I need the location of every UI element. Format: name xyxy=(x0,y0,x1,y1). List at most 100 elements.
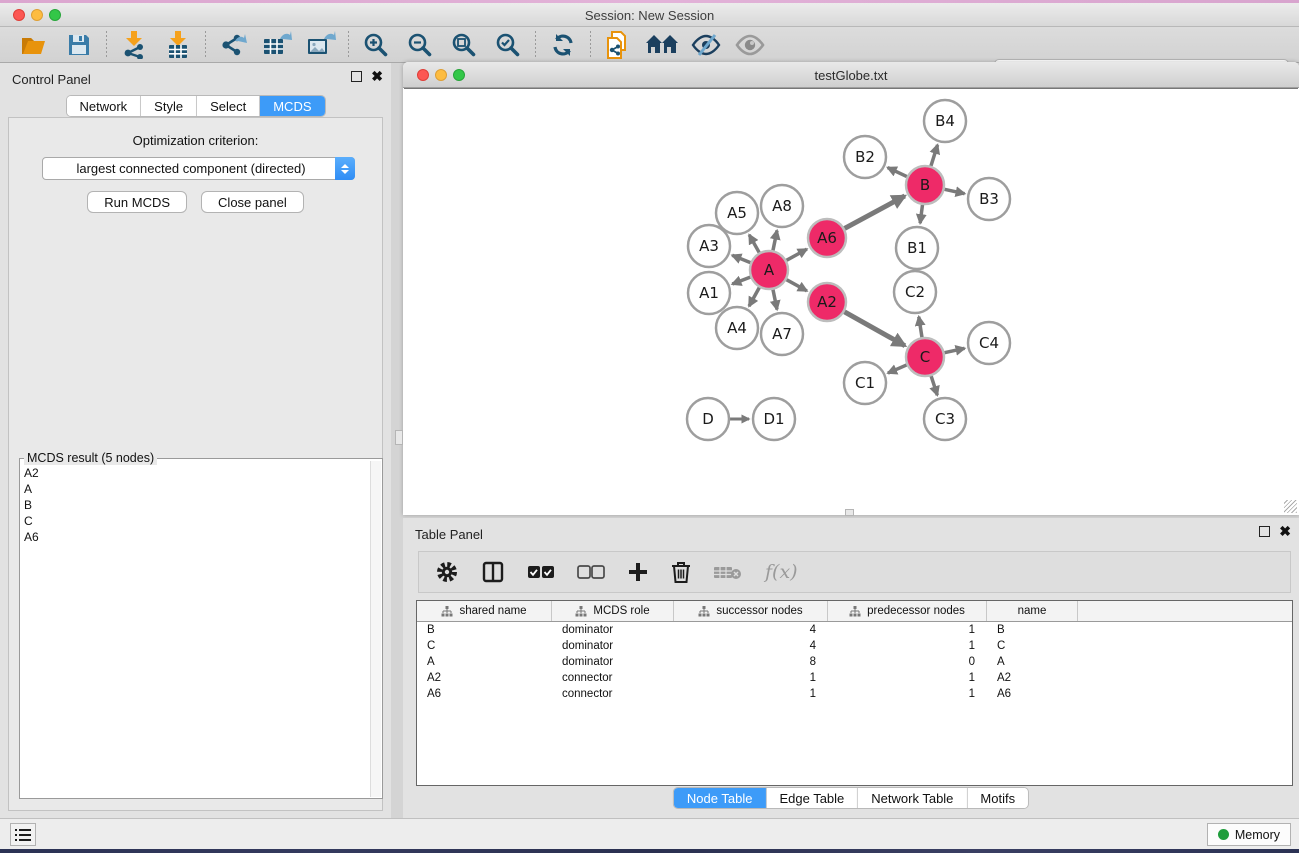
close-table-panel-icon[interactable]: ✖ xyxy=(1279,526,1291,537)
export-network-icon[interactable] xyxy=(216,31,250,59)
table-cell[interactable]: B xyxy=(987,624,1078,636)
result-item[interactable]: A6 xyxy=(24,529,39,545)
table-cell[interactable]: connector xyxy=(552,688,674,700)
node-C[interactable]: C xyxy=(906,338,944,376)
node-B2[interactable]: B2 xyxy=(844,136,886,178)
task-history-button[interactable] xyxy=(10,823,36,846)
edge-A-A1[interactable] xyxy=(732,277,750,284)
node-A5[interactable]: A5 xyxy=(716,192,758,234)
result-item[interactable]: C xyxy=(24,513,39,529)
edge-A-A5[interactable] xyxy=(749,235,759,253)
node-C2[interactable]: C2 xyxy=(894,271,936,313)
table-cell[interactable]: dominator xyxy=(552,656,674,668)
table-cell[interactable]: A2 xyxy=(417,672,552,684)
zoom-fit-icon[interactable] xyxy=(447,31,481,59)
table-cell[interactable]: 8 xyxy=(674,656,828,668)
node-C1[interactable]: C1 xyxy=(844,362,886,404)
table-cell[interactable]: 1 xyxy=(828,624,987,636)
node-A7[interactable]: A7 xyxy=(761,313,803,355)
node-B3[interactable]: B3 xyxy=(968,178,1010,220)
node-D1[interactable]: D1 xyxy=(753,398,795,440)
table-row[interactable]: Adominator80A xyxy=(417,654,1292,670)
table-row[interactable]: Bdominator41B xyxy=(417,622,1292,638)
edge-B-B3[interactable] xyxy=(945,189,965,193)
tab-style[interactable]: Style xyxy=(141,96,197,116)
edge-A-A2[interactable] xyxy=(787,280,807,291)
tab-network-table[interactable]: Network Table xyxy=(858,788,967,808)
node-A1[interactable]: A1 xyxy=(688,272,730,314)
tab-node-table[interactable]: Node Table xyxy=(674,788,767,808)
settings-gear-icon[interactable] xyxy=(435,557,459,587)
open-session-icon[interactable] xyxy=(18,31,52,59)
node-C4[interactable]: C4 xyxy=(968,322,1010,364)
close-panel-icon[interactable]: ✖ xyxy=(371,71,383,82)
edge-C-C1[interactable] xyxy=(888,365,907,373)
node-table[interactable]: shared nameMCDS rolesuccessor nodesprede… xyxy=(416,600,1293,786)
column-header-name[interactable]: name xyxy=(987,601,1078,621)
tab-mcds[interactable]: MCDS xyxy=(260,96,324,116)
edge-A2-C[interactable] xyxy=(844,312,905,346)
table-cell[interactable]: A6 xyxy=(417,688,552,700)
edge-C-C3[interactable] xyxy=(931,376,937,395)
result-item[interactable]: B xyxy=(24,497,39,513)
tab-motifs[interactable]: Motifs xyxy=(967,788,1028,808)
delete-table-icon[interactable] xyxy=(713,557,743,587)
node-B[interactable]: B xyxy=(906,166,944,204)
result-item[interactable]: A xyxy=(24,481,39,497)
edge-C-C4[interactable] xyxy=(945,348,965,352)
table-cell[interactable]: connector xyxy=(552,672,674,684)
float-table-panel-icon[interactable] xyxy=(1259,526,1270,537)
save-session-icon[interactable] xyxy=(62,31,96,59)
clone-network-icon[interactable] xyxy=(601,31,635,59)
column-header-successor-nodes[interactable]: successor nodes xyxy=(674,601,828,621)
column-header-shared-name[interactable]: shared name xyxy=(417,601,552,621)
network-graph[interactable]: AA1A2A3A4A5A6A7A8BB1B2B3B4CC1C2C3C4DD1 xyxy=(404,89,1298,515)
node-B1[interactable]: B1 xyxy=(896,227,938,269)
node-A8[interactable]: A8 xyxy=(761,185,803,227)
table-cell[interactable]: 0 xyxy=(828,656,987,668)
edge-B-B4[interactable] xyxy=(931,145,938,166)
node-A2[interactable]: A2 xyxy=(808,283,846,321)
table-cell[interactable]: C xyxy=(417,640,552,652)
window-resize-grip[interactable] xyxy=(1284,500,1297,513)
zoom-selected-icon[interactable] xyxy=(491,31,525,59)
select-all-icon[interactable] xyxy=(527,557,555,587)
table-cell[interactable]: C xyxy=(987,640,1078,652)
tab-edge-table[interactable]: Edge Table xyxy=(766,788,858,808)
edge-A-A4[interactable] xyxy=(749,288,759,307)
add-row-icon[interactable] xyxy=(627,557,649,587)
table-cell[interactable]: 1 xyxy=(828,672,987,684)
edge-A-A6[interactable] xyxy=(787,249,807,260)
edge-C-C2[interactable] xyxy=(919,317,922,338)
float-panel-icon[interactable] xyxy=(351,71,362,82)
column-header-MCDS-role[interactable]: MCDS role xyxy=(552,601,674,621)
table-row[interactable]: A6connector11A6 xyxy=(417,686,1292,702)
edge-A-A8[interactable] xyxy=(773,230,777,250)
column-header-predecessor-nodes[interactable]: predecessor nodes xyxy=(828,601,987,621)
node-C3[interactable]: C3 xyxy=(924,398,966,440)
table-cell[interactable]: 1 xyxy=(674,672,828,684)
network-canvas[interactable]: AA1A2A3A4A5A6A7A8BB1B2B3B4CC1C2C3C4DD1 xyxy=(404,88,1298,514)
result-scrollbar[interactable] xyxy=(370,461,381,797)
home-icon[interactable] xyxy=(645,31,679,59)
table-cell[interactable]: A2 xyxy=(987,672,1078,684)
table-cell[interactable]: dominator xyxy=(552,624,674,636)
function-builder-icon[interactable]: f(x) xyxy=(765,557,798,587)
zoom-in-icon[interactable] xyxy=(359,31,393,59)
table-row[interactable]: A2connector11A2 xyxy=(417,670,1292,686)
criterion-dropdown[interactable]: largest connected component (directed) xyxy=(42,157,355,180)
table-cell[interactable]: 1 xyxy=(828,640,987,652)
edge-A-A7[interactable] xyxy=(773,290,777,310)
import-table-icon[interactable] xyxy=(161,31,195,59)
network-window-titlebar[interactable]: testGlobe.txt xyxy=(403,62,1299,88)
table-cell[interactable]: dominator xyxy=(552,640,674,652)
node-B4[interactable]: B4 xyxy=(924,100,966,142)
node-A4[interactable]: A4 xyxy=(716,307,758,349)
edge-A-A3[interactable] xyxy=(732,255,750,262)
export-table-icon[interactable] xyxy=(260,31,294,59)
delete-row-icon[interactable] xyxy=(671,557,691,587)
node-A6[interactable]: A6 xyxy=(808,219,846,257)
memory-button[interactable]: Memory xyxy=(1207,823,1291,846)
horizontal-divider-grip[interactable] xyxy=(845,509,854,516)
table-cell[interactable]: 4 xyxy=(674,640,828,652)
